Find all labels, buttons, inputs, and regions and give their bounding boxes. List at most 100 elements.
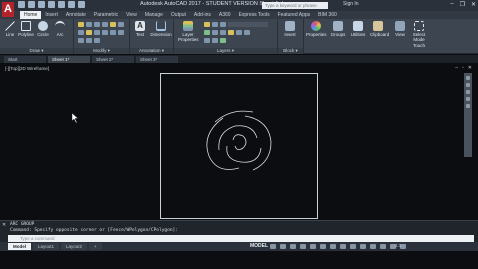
clipboard-tool[interactable]: Clipboard [370, 21, 389, 37]
tab-a360[interactable]: A360 [215, 11, 235, 19]
tab-express-tools[interactable]: Express Tools [235, 11, 274, 19]
layer-unisolate-icon[interactable] [236, 30, 242, 35]
file-tab-start[interactable]: Start [4, 56, 46, 63]
tab-bim-360[interactable]: BIM 360 [314, 11, 341, 19]
erase-icon[interactable] [102, 22, 108, 27]
layer-off-icon[interactable] [244, 30, 250, 35]
select-mode-tool[interactable]: Select Mode Touch [410, 21, 428, 48]
stretch-icon[interactable] [94, 30, 100, 35]
layer-state-icon[interactable] [204, 22, 210, 27]
view-tool[interactable]: View [392, 21, 408, 37]
circle-tool[interactable]: Circle [35, 21, 51, 37]
tab-home[interactable]: Home [20, 11, 42, 19]
insert-tool[interactable]: Insert [282, 21, 298, 37]
trim-icon[interactable] [94, 22, 100, 27]
fillet-icon[interactable] [78, 30, 84, 35]
annotation-panel-title[interactable]: Annotation ▾ [130, 48, 173, 54]
layer-freeze-icon[interactable] [212, 22, 218, 27]
layer-copy-icon[interactable] [204, 38, 210, 43]
redo-icon[interactable] [78, 1, 85, 8]
array-icon[interactable] [110, 30, 116, 35]
explode-icon[interactable] [86, 30, 92, 35]
copy-icon[interactable] [110, 22, 116, 27]
layout-tab-layout2[interactable]: Layout2 [61, 243, 88, 250]
dynamic-ucs-icon[interactable] [380, 244, 386, 249]
selection-cycling-icon[interactable] [360, 244, 366, 249]
layer-on-icon[interactable] [204, 30, 210, 35]
3d-osnap-icon[interactable] [370, 244, 376, 249]
model-space-toggle[interactable]: MODEL [250, 243, 268, 249]
draw-panel-title[interactable]: Draw ▾ [0, 48, 73, 54]
polar-icon[interactable] [300, 244, 306, 249]
minimize-button[interactable]: – [450, 1, 453, 8]
layout-tab-layout1[interactable]: Layout1 [33, 243, 60, 250]
layer-merge-icon[interactable] [220, 38, 226, 43]
move-icon[interactable] [78, 22, 84, 27]
plot-icon[interactable] [58, 1, 65, 8]
groups-tool[interactable]: Groups [330, 21, 346, 37]
zoom-extents-icon[interactable] [466, 90, 470, 94]
layers-panel-title[interactable]: Layers ▾ [174, 48, 277, 54]
polyline-tool[interactable]: Polyline [18, 21, 34, 37]
layer-previous-icon[interactable] [228, 30, 234, 35]
command-input[interactable]: Type a command [8, 235, 474, 242]
file-tab-sheet-3[interactable]: Sheet 3* [136, 56, 178, 63]
grid-icon[interactable] [270, 244, 276, 249]
layer-match-icon[interactable] [220, 30, 226, 35]
full-navigation-wheel-icon[interactable] [466, 76, 470, 80]
join-icon[interactable] [94, 38, 100, 43]
command-line-close-icon[interactable]: ✕ [2, 222, 6, 228]
undo-icon[interactable] [68, 1, 75, 8]
layer-lock-icon[interactable] [220, 22, 226, 27]
block-panel-title[interactable]: Block ▾ [278, 48, 303, 54]
viewport-restore-button[interactable]: ▫ [462, 65, 464, 71]
tab-parametric[interactable]: Parametric [90, 11, 122, 19]
text-tool[interactable]: A Text [132, 21, 148, 37]
layer-dropdown[interactable] [228, 22, 268, 27]
annotation-scale[interactable]: 1:1 [395, 243, 401, 248]
snap-icon[interactable] [280, 244, 286, 249]
layout-tab-model[interactable]: Model [8, 243, 31, 250]
layer-isolate-icon[interactable] [212, 30, 218, 35]
tab-add-ins[interactable]: Add-ins [190, 11, 215, 19]
sign-in-link[interactable]: Sign In [343, 1, 359, 7]
ortho-icon[interactable] [290, 244, 296, 249]
open-file-icon[interactable] [28, 1, 35, 8]
properties-tool[interactable]: Properties [306, 21, 327, 37]
mirror-icon[interactable] [118, 22, 124, 27]
save-icon[interactable] [38, 1, 45, 8]
modify-panel-title[interactable]: Modify ▾ [74, 48, 129, 54]
scale-icon[interactable] [102, 30, 108, 35]
object-snap-icon[interactable] [330, 244, 336, 249]
tab-output[interactable]: Output [167, 11, 190, 19]
drawing-canvas[interactable]: [-][Top][2D Wireframe] – ▫ ✕ [0, 63, 478, 220]
close-button[interactable]: ✕ [471, 1, 476, 8]
file-tab-sheet-1[interactable]: Sheet 1* [48, 56, 90, 63]
viewport-minimize-button[interactable]: – [455, 65, 458, 71]
line-tool[interactable]: Line [2, 21, 18, 37]
utilities-tool[interactable]: Utilities [350, 21, 366, 37]
pan-icon[interactable] [466, 83, 470, 87]
maximize-button[interactable]: ❐ [460, 1, 465, 8]
orbit-icon[interactable] [466, 97, 470, 101]
search-input[interactable]: Type a keyword or phrase [262, 2, 328, 9]
layer-walk-icon[interactable] [212, 38, 218, 43]
tab-annotate[interactable]: Annotate [62, 11, 90, 19]
rotate-icon[interactable] [86, 22, 92, 27]
tab-insert[interactable]: Insert [41, 11, 62, 19]
viewport-controls-label[interactable]: [-][Top][2D Wireframe] [5, 66, 49, 71]
file-tab-sheet-2[interactable]: Sheet 2* [92, 56, 134, 63]
break-icon[interactable] [86, 38, 92, 43]
lineweight-icon[interactable] [340, 244, 346, 249]
dimension-tool[interactable]: Dimension [150, 21, 172, 37]
new-file-icon[interactable] [18, 1, 25, 8]
isodraft-icon[interactable] [310, 244, 316, 249]
showmotion-icon[interactable] [466, 104, 470, 108]
layer-properties-tool[interactable]: Layer Properties [178, 21, 199, 42]
offset-icon[interactable] [118, 30, 124, 35]
add-layout-button[interactable]: + [89, 243, 102, 250]
transparency-icon[interactable] [350, 244, 356, 249]
tab-view[interactable]: View [122, 11, 141, 19]
object-snap-tracking-icon[interactable] [320, 244, 326, 249]
arc-tool[interactable]: Arc [52, 21, 68, 37]
